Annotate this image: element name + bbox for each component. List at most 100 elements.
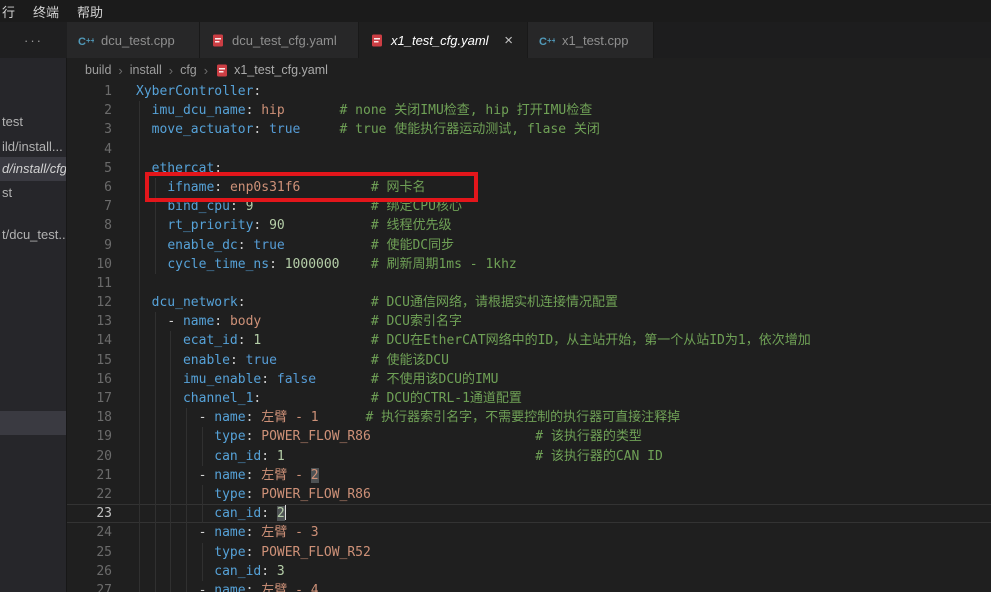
indent-guide [170,389,171,408]
editor-tab[interactable]: C++x1_test.cpp [528,22,654,58]
side-panel-item[interactable]: ild/install... [0,135,67,159]
menu-item[interactable]: 帮助 [68,0,112,22]
indent-guide [155,178,156,197]
tab-overflow-button[interactable]: ··· [0,22,67,58]
editor-tab[interactable]: C++dcu_test.cpp [67,22,200,58]
breadcrumb-segment[interactable]: install [130,63,162,77]
line-number: 9 [67,236,136,255]
side-panel-item[interactable]: t/dcu_test... [0,223,67,247]
menu-item[interactable]: 终端 [24,0,68,22]
tab-bar: ··· C++dcu_test.cpp dcu_test_cfg.yaml x1_t… [0,22,991,58]
code-line[interactable]: 24 - name: 左臂 - 3 [67,523,991,542]
code-line-text: enable: true # 使能该DCU [136,351,991,370]
editor-tab[interactable]: dcu_test_cfg.yaml [200,22,359,58]
line-number: 12 [67,293,136,312]
code-line[interactable]: 3 move_actuator: true # true 使能执行器运动测试, … [67,120,991,139]
side-panel-item[interactable]: st [0,181,67,205]
chevron-right-icon: › [118,63,122,78]
text-cursor [285,505,287,520]
code-line[interactable]: 8 rt_priority: 90 # 线程优先级 [67,216,991,235]
tab-label: x1_test_cfg.yaml [391,33,489,48]
code-line[interactable]: 27 - name: 左臂 - 4 [67,581,991,592]
indent-guide [202,562,203,581]
indent-guide [170,447,171,466]
code-line[interactable]: 4 [67,140,991,159]
tab-label: dcu_test.cpp [101,33,175,48]
line-number: 14 [67,331,136,350]
code-line-text: type: POWER_FLOW_R86 [136,485,991,504]
menu-item[interactable]: 行 [0,0,24,22]
indent-guide [186,408,187,427]
code-line-text [136,140,991,159]
code-line[interactable]: 20 can_id: 1 # 该执行器的CAN ID [67,447,991,466]
indent-guide [139,312,140,331]
indent-guide [139,427,140,446]
line-number: 25 [67,543,136,562]
editor-tab[interactable]: x1_test_cfg.yaml × [359,22,528,58]
yaml-file-icon [215,63,229,78]
indent-guide [155,427,156,446]
indent-guide [139,178,140,197]
indent-guide [139,274,140,293]
indent-guide [139,351,140,370]
line-number: 8 [67,216,136,235]
side-panel-item[interactable] [0,411,67,435]
code-line[interactable]: 12 dcu_network: # DCU通信网络，请根据实机连接情况配置 [67,293,991,312]
indent-guide [139,140,140,159]
indent-guide [155,504,156,523]
code-line[interactable]: 5 ethercat: [67,159,991,178]
line-number: 1 [67,82,136,101]
indent-guide [155,581,156,592]
code-line[interactable]: 11 [67,274,991,293]
code-line[interactable]: 13 - name: body # DCU索引名字 [67,312,991,331]
code-line[interactable]: 25 type: POWER_FLOW_R52 [67,543,991,562]
line-number: 2 [67,101,136,120]
code-line[interactable]: 2 imu_dcu_name: hip # none 关闭IMU检查, hip … [67,101,991,120]
indent-guide [170,523,171,542]
breadcrumb-segment[interactable]: cfg [180,63,197,77]
code-line[interactable]: 21 - name: 左臂 - 2 [67,466,991,485]
code-line-text: rt_priority: 90 # 线程优先级 [136,216,991,235]
line-number: 21 [67,466,136,485]
code-line[interactable]: 18 - name: 左臂 - 1 # 执行器索引名字，不需要控制的执行器可直接… [67,408,991,427]
close-icon[interactable]: × [501,32,516,49]
code-line-text: - name: body # DCU索引名字 [136,312,991,331]
code-line[interactable]: 9 enable_dc: true # 使能DC同步 [67,236,991,255]
code-line[interactable]: 23 can_id: 2 [67,504,991,523]
indent-guide [155,312,156,331]
tab-label: dcu_test_cfg.yaml [232,33,337,48]
indent-guide [202,504,203,523]
side-panel-item[interactable]: d/install/cfg [0,157,67,181]
breadcrumb-segment[interactable]: build [85,63,111,77]
indent-guide [186,543,187,562]
indent-guide [170,427,171,446]
code-line[interactable]: 6 ifname: enp0s31f6 # 网卡名 [67,178,991,197]
code-line[interactable]: 16 imu_enable: false # 不使用该DCU的IMU [67,370,991,389]
breadcrumb-file[interactable]: x1_test_cfg.yaml [215,63,328,78]
code-line[interactable]: 15 enable: true # 使能该DCU [67,351,991,370]
code-line[interactable]: 14 ecat_id: 1 # DCU在EtherCAT网络中的ID，从主站开始… [67,331,991,350]
code-line[interactable]: 19 type: POWER_FLOW_R86 # 该执行器的类型 [67,427,991,446]
code-area[interactable]: 1XyberController:2 imu_dcu_name: hip # n… [67,82,991,592]
indent-guide [155,466,156,485]
indent-guide [186,562,187,581]
breadcrumb: build›install›cfg›x1_test_cfg.yaml [67,58,991,82]
code-line[interactable]: 1XyberController: [67,82,991,101]
code-line[interactable]: 10 cycle_time_ns: 1000000 # 刷新周期1ms - 1k… [67,255,991,274]
code-line[interactable]: 7 bind_cpu: 9 # 绑定CPU核心 [67,197,991,216]
line-number: 15 [67,351,136,370]
code-line[interactable]: 22 type: POWER_FLOW_R86 [67,485,991,504]
indent-guide [202,447,203,466]
indent-guide [155,543,156,562]
indent-guide [155,523,156,542]
indent-guide [186,485,187,504]
code-line-text: imu_enable: false # 不使用该DCU的IMU [136,370,991,389]
side-panel-item[interactable]: test [0,110,67,134]
yaml-file-icon [370,33,384,48]
code-line-text: - name: 左臂 - 3 [136,523,991,542]
code-line[interactable]: 17 channel_1: # DCU的CTRL-1通道配置 [67,389,991,408]
code-line[interactable]: 26 can_id: 3 [67,562,991,581]
indent-guide [155,562,156,581]
code-line-text: move_actuator: true # true 使能执行器运动测试, fl… [136,120,991,139]
code-line-text: can_id: 1 # 该执行器的CAN ID [136,447,991,466]
